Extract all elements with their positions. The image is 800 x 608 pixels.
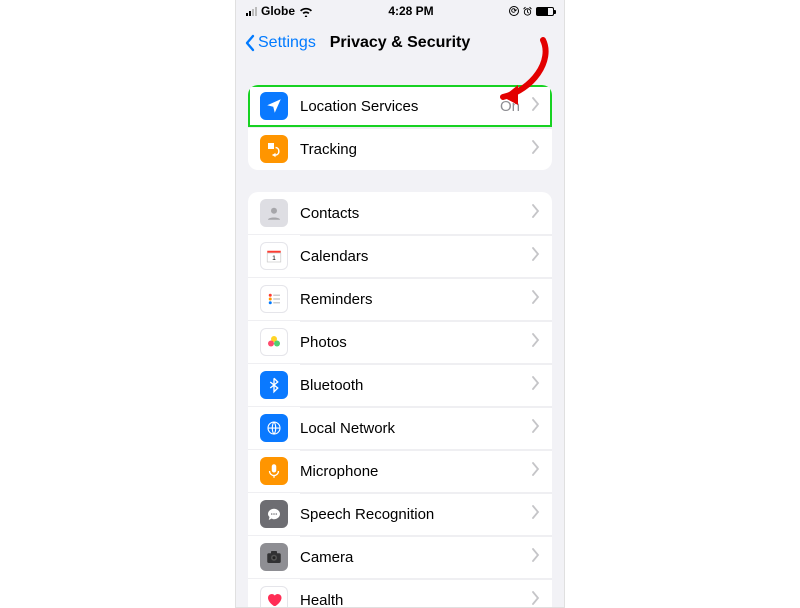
chevron-right-icon [532,290,540,309]
alarm-icon [522,6,533,17]
svg-text:1: 1 [272,255,276,262]
settings-row-photos[interactable]: Photos [248,320,552,363]
chevron-right-icon [532,376,540,395]
signal-icon [246,7,257,16]
settings-row-bluetooth[interactable]: Bluetooth [248,363,552,406]
chevron-right-icon [532,97,540,116]
row-label: Microphone [300,463,520,480]
row-label: Camera [300,549,520,566]
row-label: Location Services [300,98,488,115]
chevron-right-icon [532,548,540,567]
settings-row-health[interactable]: Health [248,578,552,608]
row-label: Local Network [300,420,520,437]
row-label: Contacts [300,205,520,222]
row-label: Speech Recognition [300,506,520,523]
wifi-icon [299,6,313,17]
chevron-right-icon [532,419,540,438]
chevron-right-icon [532,591,540,608]
settings-row-location-services[interactable]: Location Services On [248,85,552,127]
settings-group-1: Location Services On Tracking [248,85,552,170]
chevron-right-icon [532,333,540,352]
row-label: Tracking [300,141,520,158]
row-label: Bluetooth [300,377,520,394]
speech-icon [260,500,288,528]
battery-icon [536,7,554,16]
reminders-icon [260,285,288,313]
orientation-lock-icon: ⟳ [509,6,519,16]
calendar-icon: 1 [260,242,288,270]
carrier-label: Globe [261,4,295,18]
camera-icon [260,543,288,571]
location-arrow-icon [260,92,288,120]
bluetooth-icon [260,371,288,399]
settings-row-camera[interactable]: Camera [248,535,552,578]
chevron-right-icon [532,462,540,481]
back-button[interactable]: Settings [244,34,316,52]
settings-row-contacts[interactable]: Contacts [248,192,552,234]
chevron-right-icon [532,247,540,266]
settings-row-local-network[interactable]: Local Network [248,406,552,449]
row-label: Reminders [300,291,520,308]
tracking-icon [260,135,288,163]
microphone-icon [260,457,288,485]
settings-group-2: Contacts 1 Calendars Reminders Photos Bluetoo… [248,192,552,608]
row-label: Calendars [300,248,520,265]
phone-frame: Globe 4:28 PM ⟳ Settings Privacy & Secur… [235,0,565,608]
chevron-right-icon [532,505,540,524]
nav-bar: Settings Privacy & Security [236,23,564,63]
contacts-icon [260,199,288,227]
chevron-right-icon [532,204,540,223]
settings-row-calendars[interactable]: 1 Calendars [248,234,552,277]
row-label: Photos [300,334,520,351]
settings-row-tracking[interactable]: Tracking [248,127,552,170]
settings-row-microphone[interactable]: Microphone [248,449,552,492]
row-label: Health [300,592,520,608]
status-bar: Globe 4:28 PM ⟳ [236,0,564,23]
photos-icon [260,328,288,356]
chevron-left-icon [244,34,256,52]
settings-row-speech-recognition[interactable]: Speech Recognition [248,492,552,535]
time-label: 4:28 PM [388,4,433,18]
chevron-right-icon [532,140,540,159]
local-network-icon [260,414,288,442]
row-value: On [500,98,520,115]
settings-row-reminders[interactable]: Reminders [248,277,552,320]
back-label: Settings [258,34,316,52]
